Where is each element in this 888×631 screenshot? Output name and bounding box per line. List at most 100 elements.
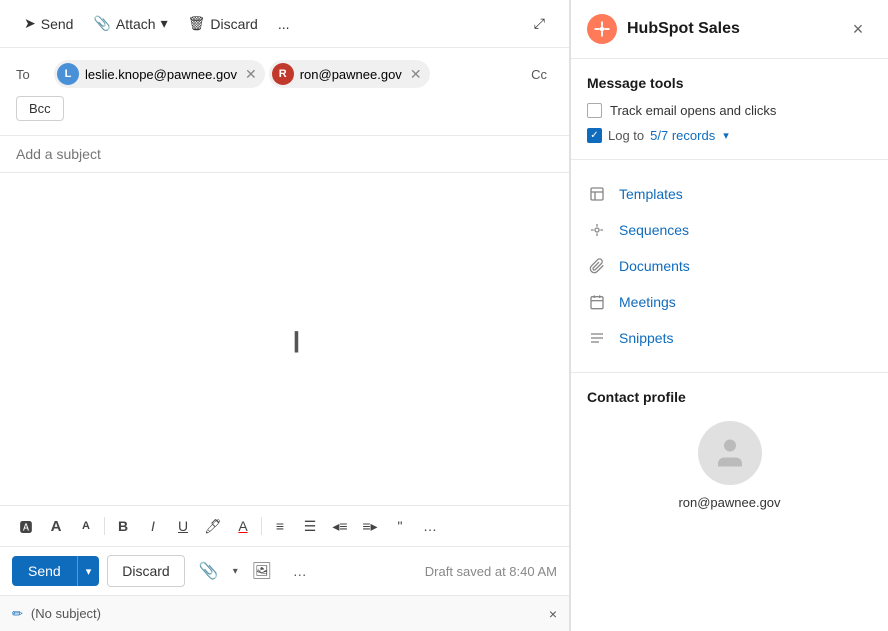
subject-area bbox=[0, 136, 569, 173]
font-size-up-button[interactable]: A bbox=[42, 512, 70, 540]
documents-label: Documents bbox=[619, 258, 690, 274]
bcc-button[interactable]: Bcc bbox=[16, 96, 64, 121]
format-more-button[interactable]: … bbox=[416, 512, 444, 540]
format-separator-2 bbox=[261, 517, 262, 535]
snippets-icon bbox=[587, 328, 607, 348]
recipient-chip-ron: R ron@pawnee.gov ✕ bbox=[269, 60, 430, 88]
send-toolbar-button[interactable]: ➤ Send bbox=[16, 10, 81, 37]
attach-button[interactable]: 📎 Attach ▾ bbox=[85, 10, 175, 37]
remove-leslie-button[interactable]: ✕ bbox=[245, 67, 257, 81]
contact-profile-title: Contact profile bbox=[587, 389, 872, 405]
discard-button[interactable]: 🗑 Discard bbox=[180, 10, 266, 37]
underline-icon: U bbox=[178, 518, 188, 534]
align-icon: ≡ bbox=[276, 518, 284, 534]
status-close-button[interactable]: × bbox=[549, 606, 557, 622]
hubspot-logo-icon bbox=[593, 20, 611, 38]
indent-decrease-button[interactable]: ◂≡ bbox=[326, 512, 354, 540]
snippets-label: Snippets bbox=[619, 330, 673, 346]
recipient-chips: L leslie.knope@pawnee.gov ✕ R ron@pawnee… bbox=[54, 60, 517, 88]
bold-button[interactable]: B bbox=[109, 512, 137, 540]
cursor-indicator: ▎ bbox=[295, 332, 297, 346]
track-email-checkbox[interactable] bbox=[587, 103, 602, 118]
clear-format-icon: 🅰 bbox=[19, 517, 32, 536]
send-toolbar-label: Send bbox=[41, 16, 74, 32]
font-size-down-icon: A bbox=[82, 520, 90, 532]
recipient-email-leslie: leslie.knope@pawnee.gov bbox=[85, 67, 237, 82]
format-more-icon: … bbox=[423, 518, 437, 534]
hubspot-header: HubSpot Sales × bbox=[571, 0, 888, 59]
meetings-label: Meetings bbox=[619, 294, 676, 310]
tool-item-meetings[interactable]: Meetings bbox=[587, 284, 872, 320]
font-color-icon: A bbox=[238, 518, 247, 534]
send-button[interactable]: Send bbox=[12, 556, 77, 586]
insert-image-button[interactable]: 🖼 bbox=[246, 555, 278, 587]
send-arrow-icon: ➤ bbox=[24, 15, 36, 32]
avatar-leslie: L bbox=[57, 63, 79, 85]
log-records-link[interactable]: 5/7 records bbox=[650, 128, 715, 143]
font-color-button[interactable]: A bbox=[229, 512, 257, 540]
message-tools-section: Message tools Track email opens and clic… bbox=[571, 59, 888, 160]
templates-label: Templates bbox=[619, 186, 683, 202]
discard-action-button[interactable]: Discard bbox=[107, 555, 184, 587]
attach-label: Attach bbox=[116, 16, 156, 32]
font-size-up-icon: A bbox=[51, 518, 62, 535]
cc-button[interactable]: Cc bbox=[525, 65, 553, 84]
hubspot-logo bbox=[587, 14, 617, 44]
track-email-row: Track email opens and clicks bbox=[587, 103, 872, 118]
indent-decrease-icon: ◂≡ bbox=[332, 518, 347, 535]
italic-icon: I bbox=[151, 518, 155, 534]
tool-item-sequences[interactable]: Sequences bbox=[587, 212, 872, 248]
sequences-icon bbox=[587, 220, 607, 240]
list-button[interactable]: ☰ bbox=[296, 512, 324, 540]
send-action-row: Send ▾ Discard 📎 ▾ 🖼 … Draft saved at 8:… bbox=[0, 546, 569, 595]
indent-increase-icon: ≡▸ bbox=[362, 518, 377, 535]
paperclip-icon: 📎 bbox=[93, 15, 110, 32]
log-dropdown-icon[interactable]: ▾ bbox=[723, 129, 729, 142]
remove-ron-button[interactable]: ✕ bbox=[410, 67, 422, 81]
hubspot-close-button[interactable]: × bbox=[844, 15, 872, 43]
tool-item-templates[interactable]: Templates bbox=[587, 176, 872, 212]
popout-icon: ⤢ bbox=[534, 15, 545, 32]
email-body[interactable]: ▎ bbox=[0, 173, 569, 505]
more-toolbar-button[interactable]: ... bbox=[270, 11, 298, 37]
send-row-more-button[interactable]: … bbox=[286, 557, 314, 585]
quote-icon: " bbox=[398, 518, 403, 534]
log-to-row: ✓ Log to 5/7 records ▾ bbox=[587, 128, 872, 143]
discard-label: Discard bbox=[210, 16, 257, 32]
subject-input[interactable] bbox=[16, 146, 553, 162]
clear-format-button[interactable]: 🅰 bbox=[12, 512, 40, 540]
documents-icon bbox=[587, 256, 607, 276]
contact-email: ron@pawnee.gov bbox=[587, 495, 872, 510]
send-dropdown-button[interactable]: ▾ bbox=[77, 556, 100, 586]
highlight-icon: 🖊 bbox=[204, 518, 222, 535]
log-to-checkbox[interactable]: ✓ bbox=[587, 128, 602, 143]
format-separator-1 bbox=[104, 517, 105, 535]
indent-increase-button[interactable]: ≡▸ bbox=[356, 512, 384, 540]
recipient-email-ron: ron@pawnee.gov bbox=[300, 67, 402, 82]
quote-button[interactable]: " bbox=[386, 512, 414, 540]
recipients-area: To L leslie.knope@pawnee.gov ✕ R ron@paw… bbox=[0, 48, 569, 136]
attach-dropdown-button[interactable]: ▾ bbox=[233, 566, 238, 577]
italic-button[interactable]: I bbox=[139, 512, 167, 540]
send-more-icon: … bbox=[293, 563, 307, 579]
contact-profile-section: Contact profile ron@pawnee.gov bbox=[571, 373, 888, 526]
to-row: To L leslie.knope@pawnee.gov ✕ R ron@paw… bbox=[16, 56, 553, 92]
meetings-icon bbox=[587, 292, 607, 312]
bcc-row: Bcc bbox=[16, 92, 553, 127]
contact-avatar bbox=[698, 421, 762, 485]
bold-icon: B bbox=[118, 518, 128, 534]
align-button[interactable]: ≡ bbox=[266, 512, 294, 540]
status-label: (No subject) bbox=[31, 606, 101, 621]
send-chevron-icon: ▾ bbox=[86, 566, 92, 578]
email-compose: ➤ Send 📎 Attach ▾ 🗑 Discard ... ⤢ To L bbox=[0, 0, 570, 631]
attach-action-button[interactable]: 📎 bbox=[193, 555, 225, 587]
popout-button[interactable]: ⤢ bbox=[526, 10, 553, 37]
draft-status: Draft saved at 8:40 AM bbox=[425, 564, 557, 579]
hubspot-title: HubSpot Sales bbox=[627, 20, 834, 38]
tool-item-snippets[interactable]: Snippets bbox=[587, 320, 872, 356]
underline-button[interactable]: U bbox=[169, 512, 197, 540]
status-bar: ✏ (No subject) × bbox=[0, 595, 569, 631]
font-size-down-button[interactable]: A bbox=[72, 512, 100, 540]
highlight-button[interactable]: 🖊 bbox=[199, 512, 227, 540]
tool-item-documents[interactable]: Documents bbox=[587, 248, 872, 284]
